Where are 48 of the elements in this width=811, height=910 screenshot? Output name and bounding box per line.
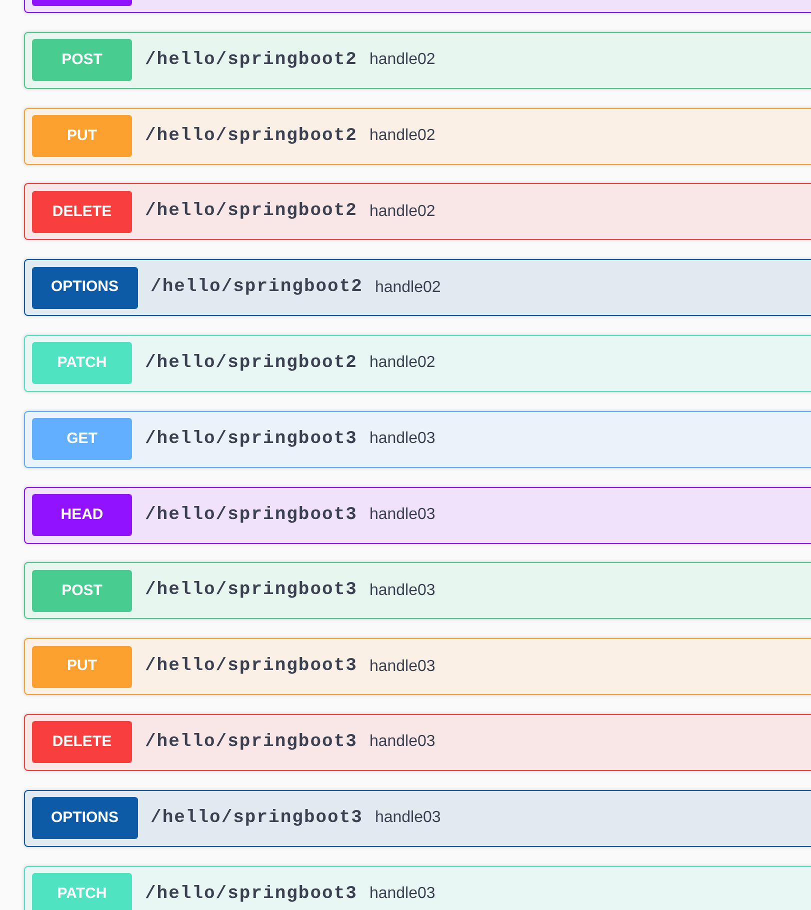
endpoint-path: /hello/springboot2 xyxy=(145,48,358,72)
operation-summary: handle02 xyxy=(374,278,441,298)
method-tag: OPTIONS xyxy=(32,266,138,309)
operation-summary: handle03 xyxy=(369,429,436,450)
operation-row[interactable]: HEAD /hello/springboot3 handle03 xyxy=(24,486,811,544)
method-tag: PATCH xyxy=(32,873,132,910)
endpoint-path: /hello/springboot3 xyxy=(150,806,363,830)
method-tag: GET xyxy=(32,418,132,460)
method-tag: POST xyxy=(32,570,132,612)
operation-summary: handle03 xyxy=(369,505,436,526)
operation-row[interactable]: DELETE /hello/springboot3 handle03 xyxy=(24,714,811,771)
operation-row[interactable]: OPTIONS /hello/springboot3 handle03 xyxy=(24,790,811,847)
operation-summary: handle03 xyxy=(369,884,436,904)
method-tag: DELETE xyxy=(32,190,132,233)
method-tag: OPTIONS xyxy=(32,797,138,840)
operation-summary: handle03 xyxy=(369,732,436,752)
endpoint-path: /hello/springboot2 xyxy=(145,200,358,224)
operation-row[interactable]: PUT /hello/springboot3 handle03 xyxy=(24,638,811,696)
operation-row[interactable]: PUT /hello/springboot2 handle02 xyxy=(24,108,811,165)
operation-summary: handle03 xyxy=(369,580,436,601)
operation-summary: handle03 xyxy=(374,808,441,828)
endpoint-path: /hello/springboot2 xyxy=(145,352,358,375)
endpoint-path: /hello/springboot3 xyxy=(145,730,358,754)
operation-row[interactable]: PATCH /hello/springboot2 handle02 xyxy=(24,334,811,392)
operation-row[interactable]: DELETE /hello/springboot2 handle02 xyxy=(24,183,811,240)
operation-row[interactable]: GET /hello/springboot3 handle03 xyxy=(24,410,811,468)
operation-row[interactable]: POST /hello/springboot2 handle02 xyxy=(24,32,811,89)
operation-row[interactable]: POST /hello/springboot3 handle03 xyxy=(24,562,811,620)
endpoint-path: /hello/springboot2 xyxy=(145,124,358,148)
operation-summary: handle02 xyxy=(369,202,436,222)
operation-summary: handle02 xyxy=(369,50,436,70)
endpoint-path: /hello/springboot3 xyxy=(145,428,358,451)
endpoint-path: /hello/springboot3 xyxy=(145,655,358,678)
operation-summary: handle03 xyxy=(369,656,436,677)
operation-summary: handle02 xyxy=(369,353,436,374)
endpoint-path: /hello/springboot2 xyxy=(150,276,363,300)
operation-summary: handle02 xyxy=(369,126,436,146)
method-tag: PUT xyxy=(32,646,132,688)
operation-row[interactable]: PATCH /hello/springboot3 handle03 xyxy=(24,866,811,910)
method-tag: PUT xyxy=(32,115,132,158)
endpoint-path: /hello/springboot3 xyxy=(145,882,358,906)
method-tag: POST xyxy=(32,39,132,82)
endpoint-path: /hello/springboot3 xyxy=(145,504,358,527)
operation-row[interactable]: OPTIONS /hello/springboot2 handle02 xyxy=(24,259,811,316)
method-tag: PATCH xyxy=(32,342,132,384)
method-tag: DELETE xyxy=(32,721,132,764)
method-tag: HEAD xyxy=(32,494,132,536)
endpoint-path: /hello/springboot3 xyxy=(145,579,358,602)
